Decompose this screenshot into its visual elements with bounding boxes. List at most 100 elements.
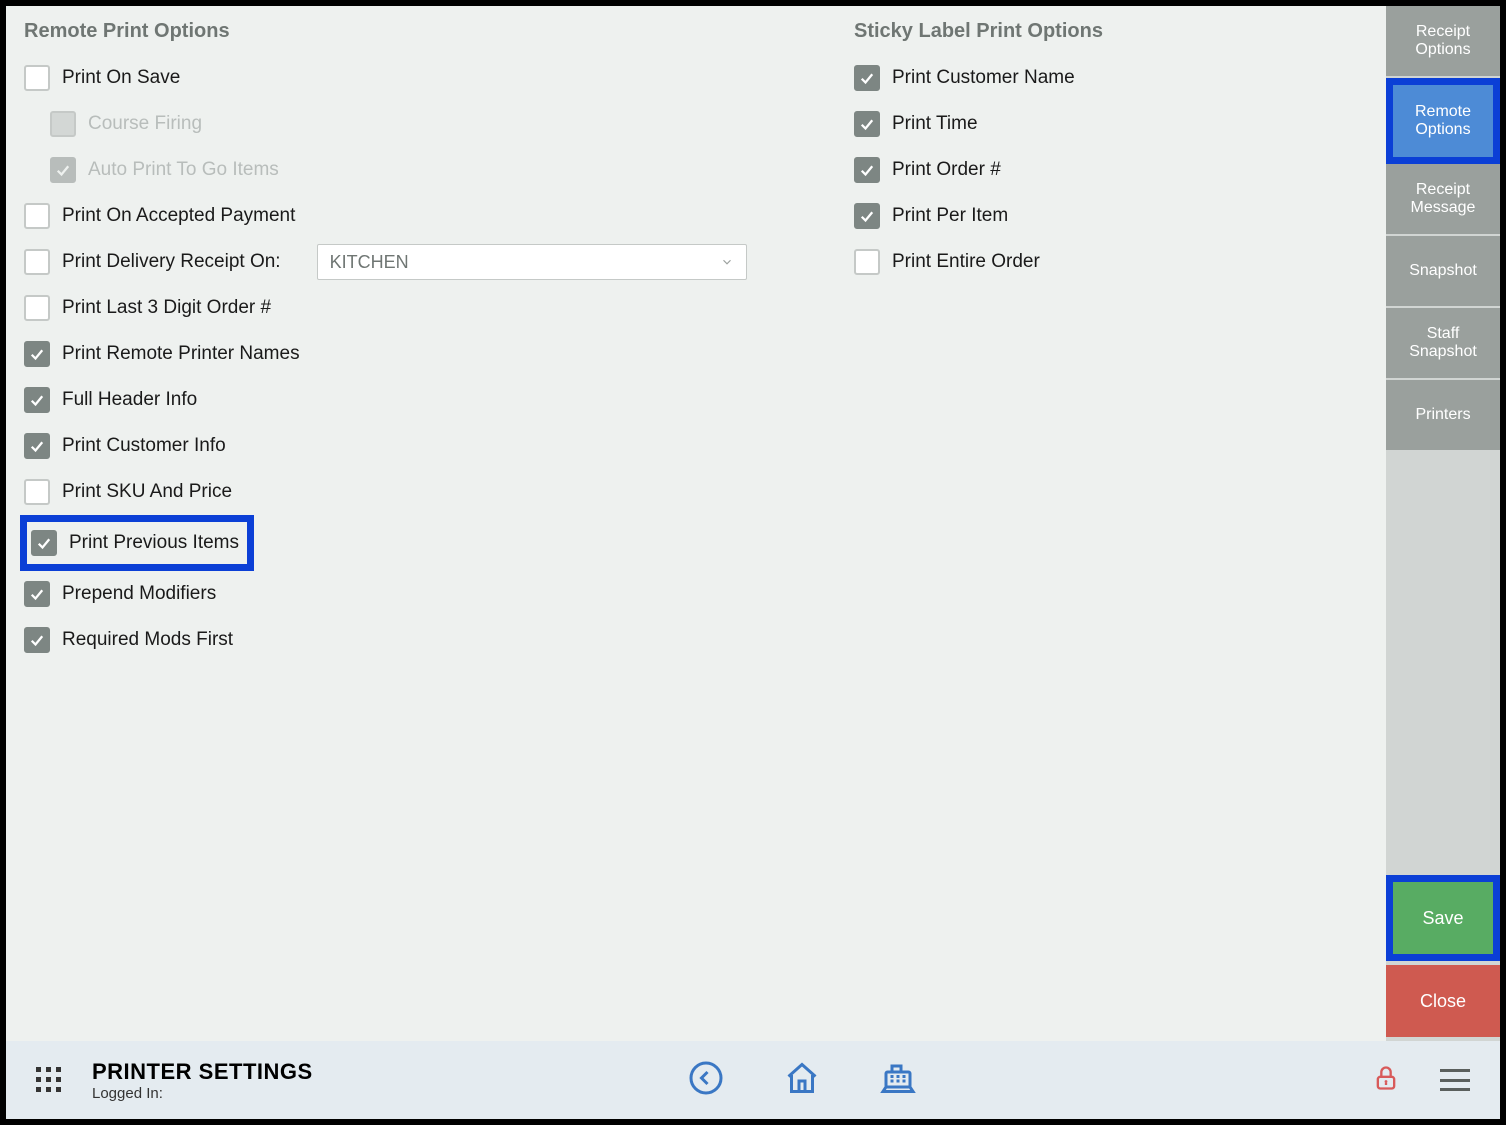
checkbox-print-order-no[interactable] <box>854 157 880 183</box>
row-print-delivery-receipt-on: Print Delivery Receipt On: KITCHEN <box>24 239 854 285</box>
row-course-firing: Course Firing <box>24 101 854 147</box>
tab-snapshot-label: Snapshot <box>1409 262 1477 280</box>
footer: PRINTER SETTINGS Logged In: <box>6 1041 1500 1119</box>
label-full-header-info: Full Header Info <box>62 389 197 411</box>
row-print-previous-items: Print Previous Items <box>24 515 854 571</box>
tab-staff-snapshot-label: Staff Snapshot <box>1392 325 1494 362</box>
label-print-on-accepted-payment: Print On Accepted Payment <box>62 205 295 227</box>
footer-right <box>1372 1064 1470 1097</box>
tab-printers-label: Printers <box>1415 406 1470 424</box>
row-print-remote-printer-names: Print Remote Printer Names <box>24 331 854 377</box>
register-button[interactable] <box>880 1060 916 1101</box>
label-print-on-save: Print On Save <box>62 67 180 89</box>
remote-section-title: Remote Print Options <box>24 20 854 43</box>
main-area: Remote Print Options Print On Save Cours… <box>6 6 1500 1041</box>
label-prepend-modifiers: Prepend Modifiers <box>62 583 216 605</box>
label-print-last3: Print Last 3 Digit Order # <box>62 297 271 319</box>
checkbox-print-delivery-receipt-on[interactable] <box>24 249 50 275</box>
tab-receipt-options[interactable]: Receipt Options <box>1386 6 1500 78</box>
row-print-on-save: Print On Save <box>24 55 854 101</box>
tab-receipt-message-label: Receipt Message <box>1392 181 1494 218</box>
save-button[interactable]: Save <box>1386 875 1500 961</box>
menu-icon-bar <box>1440 1088 1470 1091</box>
checkbox-print-on-save[interactable] <box>24 65 50 91</box>
checkbox-auto-print-togo <box>50 157 76 183</box>
footer-nav <box>303 1060 1302 1101</box>
label-print-time: Print Time <box>892 113 978 135</box>
label-print-remote-printer-names: Print Remote Printer Names <box>62 343 300 365</box>
label-print-entire-order: Print Entire Order <box>892 251 1040 273</box>
checkbox-print-customer-name[interactable] <box>854 65 880 91</box>
checkbox-print-customer-info[interactable] <box>24 433 50 459</box>
row-prepend-modifiers: Prepend Modifiers <box>24 571 854 617</box>
tab-receipt-message[interactable]: Receipt Message <box>1386 164 1500 236</box>
row-auto-print-togo: Auto Print To Go Items <box>24 147 854 193</box>
back-button[interactable] <box>688 1060 724 1101</box>
menu-icon-bar <box>1440 1079 1470 1082</box>
save-button-label: Save <box>1422 908 1463 929</box>
lock-button[interactable] <box>1372 1064 1400 1097</box>
row-required-mods-first: Required Mods First <box>24 617 854 663</box>
page-title: PRINTER SETTINGS <box>92 1059 313 1085</box>
highlight-print-previous-items: Print Previous Items <box>20 515 254 571</box>
label-print-previous-items: Print Previous Items <box>69 532 239 554</box>
label-required-mods-first: Required Mods First <box>62 629 233 651</box>
tab-remote-options[interactable]: Remote Options <box>1386 78 1500 164</box>
menu-button[interactable] <box>1440 1069 1470 1091</box>
row-print-customer-info: Print Customer Info <box>24 423 854 469</box>
register-icon <box>880 1060 916 1096</box>
tab-staff-snapshot[interactable]: Staff Snapshot <box>1386 308 1500 380</box>
row-print-sku-and-price: Print SKU And Price <box>24 469 854 515</box>
label-print-sku-and-price: Print SKU And Price <box>62 481 232 503</box>
label-print-customer-info: Print Customer Info <box>62 435 226 457</box>
home-button[interactable] <box>784 1060 820 1101</box>
label-course-firing: Course Firing <box>88 113 202 135</box>
row-print-entire-order: Print Entire Order <box>854 239 1368 285</box>
checkbox-print-previous-items[interactable] <box>31 530 57 556</box>
checkbox-prepend-modifiers[interactable] <box>24 581 50 607</box>
sticky-label-print-options-section: Sticky Label Print Options Print Custome… <box>854 20 1368 1027</box>
remote-print-options-section: Remote Print Options Print On Save Cours… <box>24 20 854 1027</box>
checkbox-print-remote-printer-names[interactable] <box>24 341 50 367</box>
content-pane: Remote Print Options Print On Save Cours… <box>6 6 1386 1041</box>
row-print-last3: Print Last 3 Digit Order # <box>24 285 854 331</box>
close-button[interactable]: Close <box>1386 965 1500 1037</box>
label-print-delivery-receipt-on: Print Delivery Receipt On: <box>62 251 281 273</box>
checkbox-print-on-accepted-payment[interactable] <box>24 203 50 229</box>
home-icon <box>784 1060 820 1096</box>
checkbox-print-last3[interactable] <box>24 295 50 321</box>
close-button-label: Close <box>1420 991 1466 1012</box>
row-print-per-item: Print Per Item <box>854 193 1368 239</box>
label-print-per-item: Print Per Item <box>892 205 1008 227</box>
checkbox-required-mods-first[interactable] <box>24 627 50 653</box>
checkbox-print-sku-and-price[interactable] <box>24 479 50 505</box>
logged-in-label: Logged In: <box>92 1085 313 1102</box>
lock-icon <box>1372 1064 1400 1092</box>
checkbox-course-firing <box>50 111 76 137</box>
tab-remote-options-label: Remote Options <box>1399 103 1487 140</box>
app-frame: Remote Print Options Print On Save Cours… <box>6 6 1500 1119</box>
row-print-time: Print Time <box>854 101 1368 147</box>
checkbox-full-header-info[interactable] <box>24 387 50 413</box>
label-print-customer-name: Print Customer Name <box>892 67 1075 89</box>
row-full-header-info: Full Header Info <box>24 377 854 423</box>
tab-receipt-options-label: Receipt Options <box>1392 23 1494 60</box>
back-icon <box>688 1060 724 1096</box>
apps-grid-icon[interactable] <box>36 1067 62 1093</box>
row-print-order-no: Print Order # <box>854 147 1368 193</box>
sidebar-spacer <box>1386 452 1500 871</box>
footer-title-block: PRINTER SETTINGS Logged In: <box>92 1059 313 1102</box>
sticky-section-title: Sticky Label Print Options <box>854 20 1368 43</box>
checkbox-print-per-item[interactable] <box>854 203 880 229</box>
select-delivery-receipt-printer[interactable]: KITCHEN <box>317 244 747 280</box>
label-print-order-no: Print Order # <box>892 159 1001 181</box>
checkbox-print-entire-order[interactable] <box>854 249 880 275</box>
tab-snapshot[interactable]: Snapshot <box>1386 236 1500 308</box>
tab-printers[interactable]: Printers <box>1386 380 1500 452</box>
label-auto-print-togo: Auto Print To Go Items <box>88 159 279 181</box>
sidebar: Receipt Options Remote Options Receipt M… <box>1386 6 1500 1041</box>
row-print-customer-name: Print Customer Name <box>854 55 1368 101</box>
chevron-down-icon <box>720 255 734 269</box>
row-print-on-accepted-payment: Print On Accepted Payment <box>24 193 854 239</box>
checkbox-print-time[interactable] <box>854 111 880 137</box>
